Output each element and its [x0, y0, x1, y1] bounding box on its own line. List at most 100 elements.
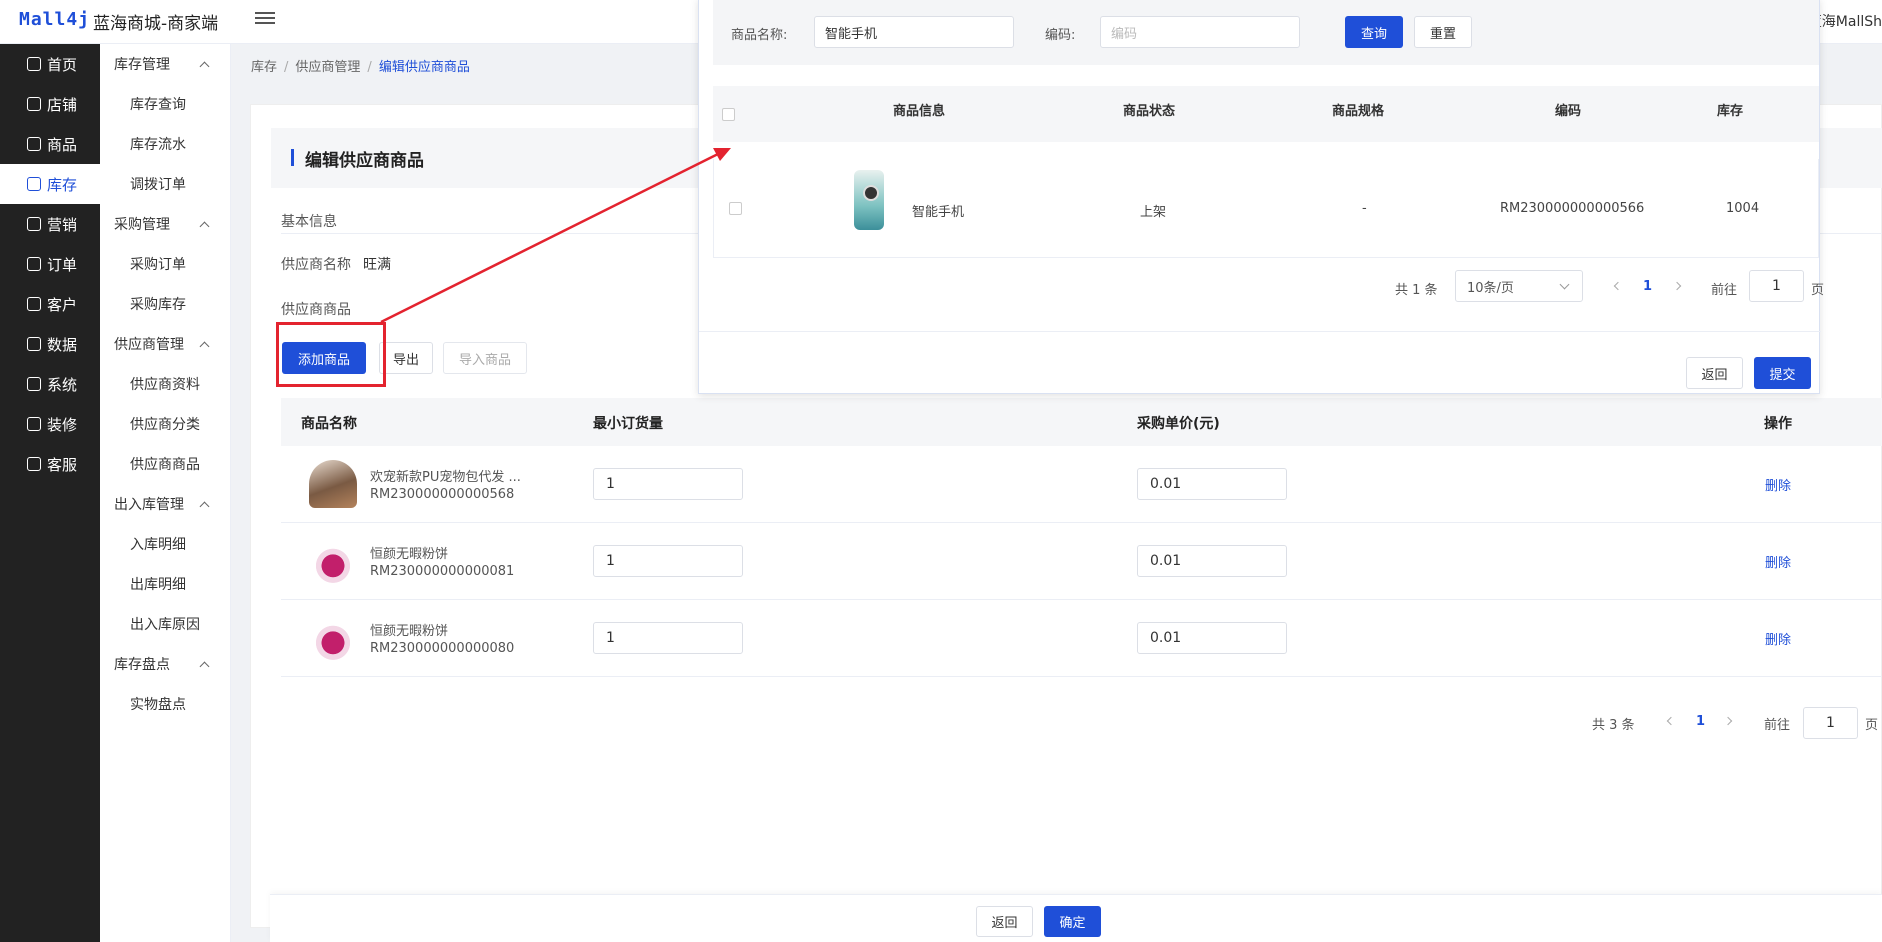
page-number[interactable]: 1 [1643, 279, 1652, 294]
subnav-item-transfer-order[interactable]: 调拨订单 [100, 164, 230, 204]
breadcrumb-current: 编辑供应商商品 [378, 60, 470, 75]
page-number[interactable]: 1 [1696, 714, 1705, 729]
nav-item-order[interactable]: 订单 [0, 244, 100, 284]
dialog-back-button[interactable]: 返回 [1686, 357, 1743, 389]
goto-page-input[interactable]: 1 [1803, 707, 1858, 739]
table-row: 恒颜无暇粉饼 RM230000000000080 1 0.01 删除 [281, 600, 1882, 677]
subnav-group-purchase[interactable]: 采购管理 [100, 204, 230, 244]
phone-image [854, 170, 884, 230]
nav-item-decorate[interactable]: 装修 [0, 404, 100, 444]
product-name-input[interactable]: 智能手机 [814, 16, 1014, 48]
dialog-submit-button[interactable]: 提交 [1754, 357, 1811, 389]
next-page-icon[interactable] [1723, 714, 1735, 728]
back-button[interactable]: 返回 [976, 906, 1033, 937]
column-header: 商品状态 [1123, 104, 1176, 119]
goto-page-input[interactable]: 1 [1749, 270, 1804, 302]
subnav-item-outbound-detail[interactable]: 出库明细 [100, 564, 230, 604]
nav-item-home[interactable]: 首页 [0, 44, 100, 84]
inventory-icon [27, 177, 41, 191]
page-size-select[interactable]: 10条/页 [1455, 270, 1583, 302]
row-checkbox[interactable] [729, 202, 742, 215]
subnav-item-purchase-stock[interactable]: 采购库存 [100, 284, 230, 324]
sub-nav: 库存管理 库存查询 库存流水 调拨订单 采购管理 采购订单 采购库存 供应商管理… [100, 44, 231, 942]
subnav-item-inout-reason[interactable]: 出入库原因 [100, 604, 230, 644]
nav-item-system[interactable]: 系统 [0, 364, 100, 404]
nav-item-label: 客户 [47, 295, 78, 314]
delete-link[interactable]: 删除 [1765, 629, 1791, 648]
unit-price-input[interactable]: 0.01 [1137, 468, 1287, 500]
nav-item-shop[interactable]: 店铺 [0, 84, 100, 124]
query-button[interactable]: 查询 [1345, 16, 1403, 48]
page-unit-label: 页 [1811, 283, 1825, 298]
prev-page-icon[interactable] [1613, 279, 1623, 293]
delete-link[interactable]: 删除 [1765, 475, 1791, 494]
perfume-image [309, 537, 357, 585]
subnav-group-inventory[interactable]: 库存管理 [100, 44, 230, 84]
nav-item-label: 营销 [47, 215, 78, 234]
menu-collapse-icon[interactable] [255, 9, 275, 27]
subnav-item-inventory-flow[interactable]: 库存流水 [100, 124, 230, 164]
dialog-table-row[interactable]: 智能手机 上架 - RM230000000000566 1004 [713, 159, 1819, 258]
nav-item-label: 商品 [47, 135, 78, 154]
nav-item-marketing[interactable]: 营销 [0, 204, 100, 244]
subnav-item-purchase-order[interactable]: 采购订单 [100, 244, 230, 284]
breadcrumb-item[interactable]: 供应商管理 [295, 60, 360, 75]
min-qty-input[interactable]: 1 [593, 622, 743, 654]
select-all-checkbox[interactable] [722, 108, 735, 121]
subnav-group-label: 供应商管理 [114, 337, 184, 353]
data-icon [27, 337, 41, 351]
unit-price-input[interactable]: 0.01 [1137, 545, 1287, 577]
goto-label: 前往 [1711, 283, 1738, 298]
app-title: 蓝海商城-商家端 [93, 14, 219, 34]
product-spec: - [1362, 201, 1367, 216]
subnav-item-physical-count[interactable]: 实物盘点 [100, 684, 230, 724]
min-qty-input[interactable]: 1 [593, 545, 743, 577]
chevron-up-icon [199, 341, 210, 351]
supplier-name-label: 供应商名称 [281, 257, 351, 273]
product-icon [27, 137, 41, 151]
column-header: 采购单价(元) [1137, 416, 1220, 432]
page-title: 编辑供应商商品 [305, 151, 424, 171]
prev-page-icon[interactable] [1666, 714, 1676, 728]
column-header: 编码 [1555, 104, 1582, 119]
breadcrumb-separator: / [284, 60, 289, 75]
product-select-dialog: 商品名称: 智能手机 编码: 编码 查询 重置 商品信息 商品状态 商品规格 编… [698, 0, 1824, 394]
next-page-icon[interactable] [1672, 279, 1684, 293]
subnav-group-stocktake[interactable]: 库存盘点 [100, 644, 230, 684]
breadcrumb-item[interactable]: 库存 [251, 60, 277, 75]
pet-bag-image [309, 460, 357, 508]
min-qty-input[interactable]: 1 [593, 468, 743, 500]
reset-button[interactable]: 重置 [1414, 16, 1472, 48]
subnav-group-supplier[interactable]: 供应商管理 [100, 324, 230, 364]
subnav-item-supplier-products[interactable]: 供应商商品 [100, 444, 230, 484]
nav-item-data[interactable]: 数据 [0, 324, 100, 364]
dialog-table-header: 商品信息 商品状态 商品规格 编码 库存 [713, 86, 1819, 142]
product-code: RM230000000000080 [370, 641, 515, 656]
nav-item-product[interactable]: 商品 [0, 124, 100, 164]
main-nav: 首页 店铺 商品 库存 营销 订单 客户 数据 系统 装修 客服 [0, 44, 100, 942]
product-name-label: 商品名称: [731, 28, 788, 43]
unit-price-input[interactable]: 0.01 [1137, 622, 1287, 654]
nav-item-inventory[interactable]: 库存 [0, 164, 100, 204]
chevron-up-icon [199, 501, 210, 511]
subnav-item-inventory-query[interactable]: 库存查询 [100, 84, 230, 124]
import-product-button[interactable]: 导入商品 [443, 342, 527, 374]
column-header: 商品名称 [301, 416, 357, 432]
product-code: RM230000000000568 [370, 487, 515, 502]
code-input[interactable]: 编码 [1100, 16, 1300, 48]
nav-item-service[interactable]: 客服 [0, 444, 100, 484]
confirm-button[interactable]: 确定 [1044, 906, 1101, 937]
column-header: 库存 [1717, 104, 1744, 119]
export-button[interactable]: 导出 [379, 342, 433, 374]
subnav-group-inout[interactable]: 出入库管理 [100, 484, 230, 524]
subnav-item-inbound-detail[interactable]: 入库明细 [100, 524, 230, 564]
column-header: 最小订货量 [593, 416, 663, 432]
settings-icon [27, 377, 41, 391]
product-name: 欢宠新款PU宠物包代发 ... [370, 470, 521, 485]
nav-item-customer[interactable]: 客户 [0, 284, 100, 324]
product-name: 智能手机 [912, 205, 965, 220]
subnav-item-supplier-category[interactable]: 供应商分类 [100, 404, 230, 444]
subnav-item-supplier-info[interactable]: 供应商资料 [100, 364, 230, 404]
nav-item-label: 店铺 [47, 95, 78, 114]
delete-link[interactable]: 删除 [1765, 552, 1791, 571]
